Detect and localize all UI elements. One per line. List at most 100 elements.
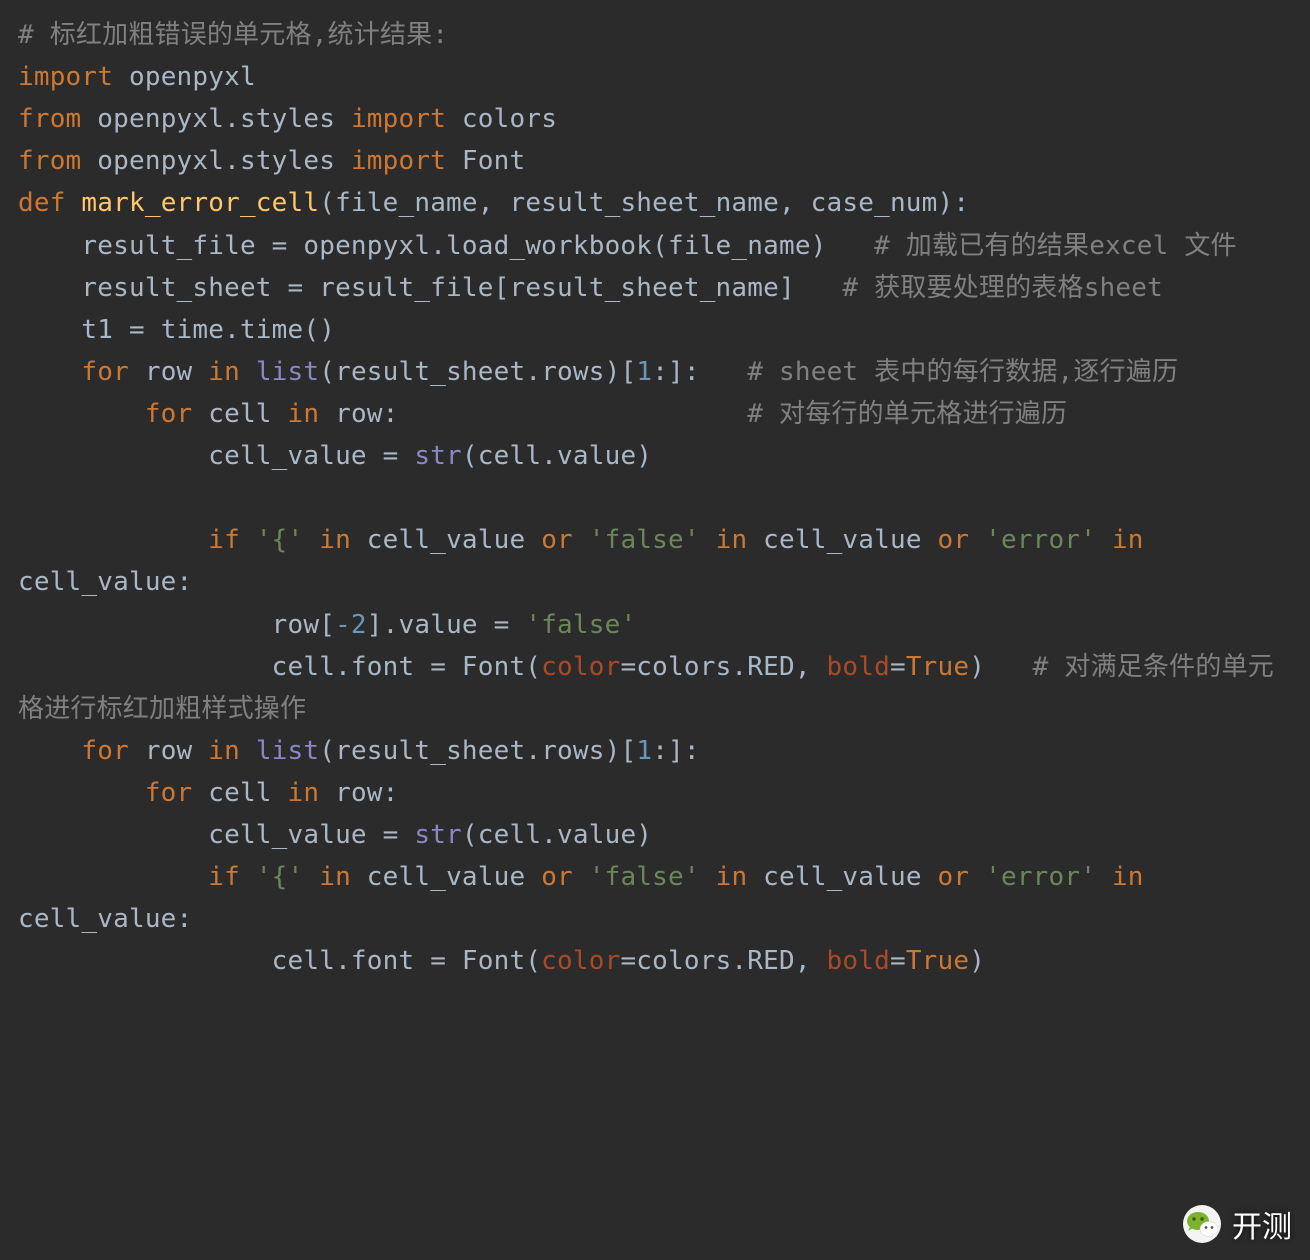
code-token: # 加载已有的结果excel 文件 [874,231,1237,261]
code-line: cell.font = Font(color=colors.RED, bold=… [18,652,1274,724]
code-token: (file_name, result_sheet_name, case_num)… [319,188,969,218]
code-token [1096,862,1112,892]
code-line: # 标红加粗错误的单元格,统计结果: [18,20,448,50]
code-token: :]: [652,736,700,766]
code-line: for cell in row: # 对每行的单元格进行遍历 [18,399,1067,429]
code-token: def [18,188,81,218]
code-token: or [938,862,986,892]
code-token [18,736,81,766]
code-token: 'false' [589,525,700,555]
code-token: row[ [18,610,335,640]
code-token: list [256,357,319,387]
code-token [303,862,319,892]
code-token: (result_sheet.rows)[ [319,736,636,766]
code-token [18,525,208,555]
code-token: import [18,62,129,92]
code-token: in [319,862,367,892]
code-token [18,357,81,387]
code-token [1096,525,1112,555]
code-token: in [208,357,256,387]
code-line: from openpyxl.styles import Font [18,146,525,176]
code-token: in [716,525,764,555]
code-token: row [145,357,208,387]
code-token: cell_value = [18,820,414,850]
code-token: t1 = time.time() [18,315,335,345]
code-token: or [938,525,986,555]
code-token: '{' [256,862,304,892]
code-token: =colors.RED, [620,652,826,682]
code-token: row: [335,399,747,429]
wechat-watermark: 开测 [1182,1202,1292,1246]
code-token: True [906,652,969,682]
code-line: if '{' in cell_value or 'false' in cell_… [18,525,1160,597]
code-line: import openpyxl [18,62,256,92]
code-token: cell_value = [18,441,414,471]
code-token: from [18,146,97,176]
code-token: # 获取要处理的表格sheet [842,273,1163,303]
code-token: (cell.value) [462,820,652,850]
code-token: in [208,736,256,766]
code-token: or [541,862,589,892]
code-token: (cell.value) [462,441,652,471]
code-token: openpyxl [129,62,256,92]
code-line: cell_value = str(cell.value) [18,820,652,850]
code-token: in [1112,862,1160,892]
code-token: 1 [636,736,652,766]
code-line: row[-2].value = 'false' [18,610,636,640]
code-token: =colors.RED, [620,946,826,976]
code-line: cell_value = str(cell.value) [18,441,652,471]
code-token: (result_sheet.rows)[ [319,357,636,387]
code-token [303,525,319,555]
code-token: # 对每行的单元格进行遍历 [747,399,1067,429]
code-token: for [81,357,144,387]
code-token: from [18,104,97,134]
code-token: cell_value [763,525,937,555]
code-token: if [208,862,256,892]
code-token: # sheet 表中的每行数据,逐行遍历 [747,357,1178,387]
code-token: colors [462,104,557,134]
code-token: for [145,778,208,808]
code-token: 1 [636,357,652,387]
code-line: for row in list(result_sheet.rows)[1:]: [18,736,700,766]
code-token: openpyxl.styles [97,146,351,176]
code-token: cell_value [763,862,937,892]
code-token: str [414,441,462,471]
code-token: or [541,525,589,555]
code-token: 'false' [525,610,636,640]
code-line: from openpyxl.styles import colors [18,104,557,134]
code-token: color [541,652,620,682]
code-token: cell [208,778,287,808]
code-line: def mark_error_cell(file_name, result_sh… [18,188,969,218]
code-token: :]: [652,357,747,387]
code-line: result_file = openpyxl.load_workbook(fil… [18,231,1237,261]
code-token: for [145,399,208,429]
code-token: in [288,399,336,429]
code-token: = [890,652,906,682]
code-token: result_sheet = result_file[result_sheet_… [18,273,842,303]
code-token: cell_value [367,862,541,892]
code-token: if [208,525,256,555]
code-token: cell_value: [18,567,192,597]
code-token: color [541,946,620,976]
code-token: -2 [335,610,367,640]
code-token: for [81,736,144,766]
code-token: list [256,736,319,766]
code-token: import [351,104,462,134]
code-token [18,862,208,892]
code-token: in [716,862,764,892]
code-token: cell_value: [18,904,192,934]
code-token: ) [969,652,1032,682]
wechat-icon [1182,1204,1222,1244]
code-token: 'error' [985,525,1096,555]
code-token: 'error' [985,862,1096,892]
code-token: import [351,146,462,176]
watermark-label: 开测 [1232,1202,1292,1246]
code-token: in [1112,525,1160,555]
code-token: row [145,736,208,766]
code-token: cell_value [367,525,541,555]
code-token: '{' [256,525,304,555]
code-token: str [414,820,462,850]
code-token [18,399,145,429]
code-token: Font [462,146,525,176]
code-line: for cell in row: [18,778,399,808]
